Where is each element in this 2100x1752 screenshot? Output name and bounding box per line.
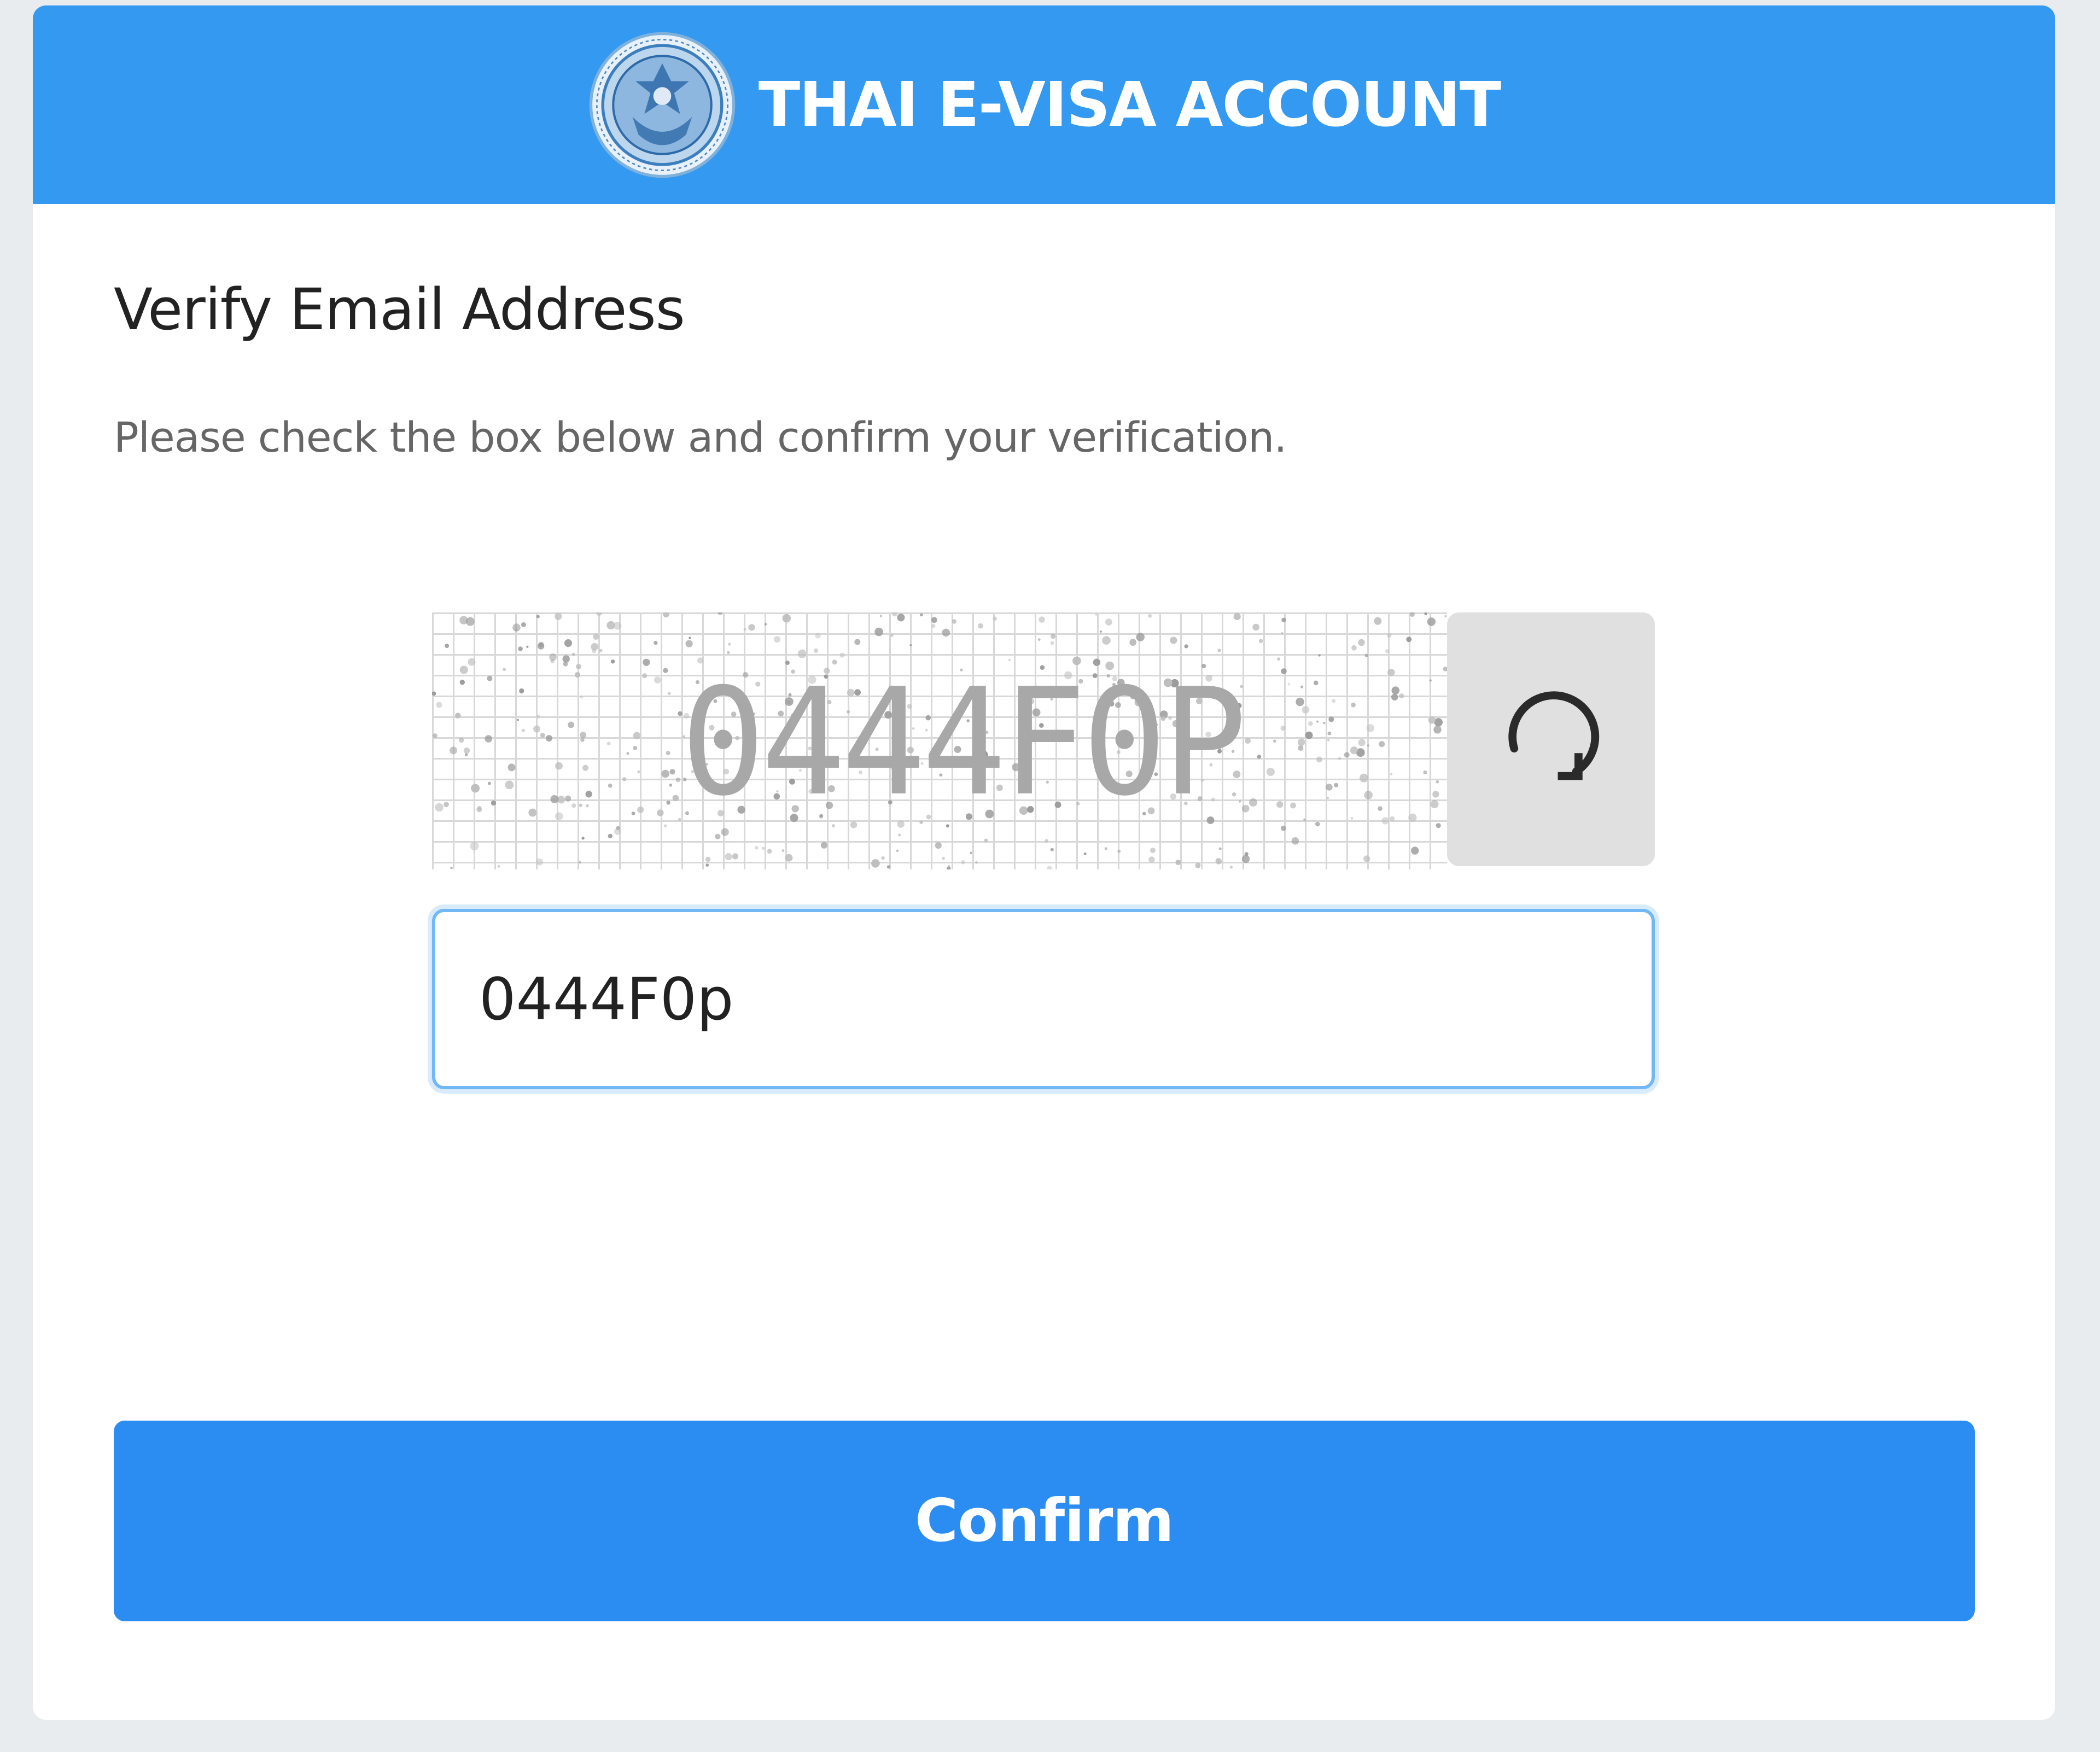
header-bar: THAI E-VISA ACCOUNT: [33, 5, 2055, 204]
refresh-icon: [1508, 691, 1600, 780]
page: THAI E-VISA ACCOUNT Verify Email Address…: [0, 0, 2100, 1752]
confirm-button[interactable]: Confirm: [114, 1421, 1975, 1621]
header-title: THAI E-VISA ACCOUNT: [758, 69, 1501, 141]
captcha-image: 0444F0P: [432, 612, 1447, 869]
captcha-input[interactable]: [432, 909, 1655, 1089]
verification-card: THAI E-VISA ACCOUNT Verify Email Address…: [33, 5, 2055, 1720]
thai-government-seal-icon: [589, 32, 736, 178]
captcha-text: 0444F0P: [681, 656, 1247, 828]
page-title: Verify Email Address: [114, 276, 685, 343]
refresh-captcha-button[interactable]: [1447, 612, 1655, 866]
instruction-text: Please check the box below and confirm y…: [114, 413, 1287, 462]
captcha-row: 0444F0P: [432, 612, 1655, 869]
